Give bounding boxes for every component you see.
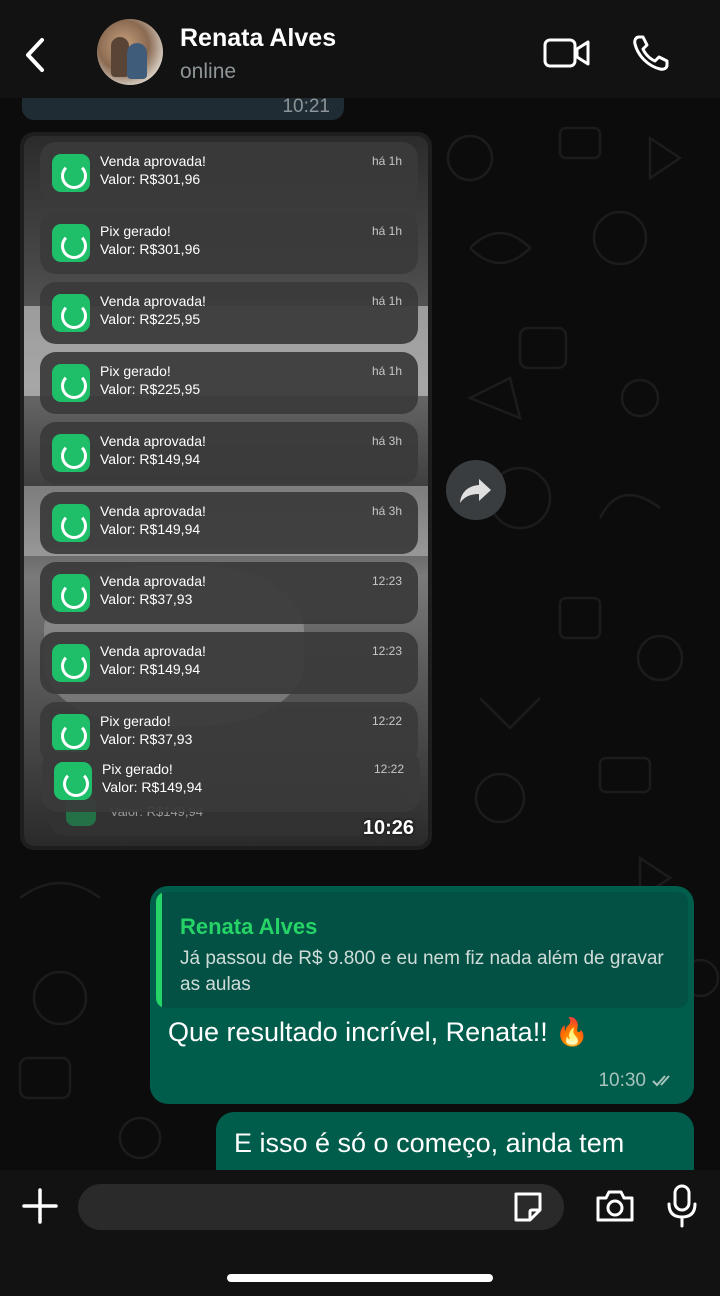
notification-time: há 1h — [371, 364, 402, 378]
app-icon — [52, 504, 90, 542]
quoted-text: Já passou de R$ 9.800 e eu nem fiz nada … — [180, 948, 664, 995]
notification-title: Pix gerado! — [100, 223, 171, 239]
app-icon — [52, 714, 90, 752]
notification-card: Venda aprovada! Valor: R$149,94 há 3h — [40, 492, 418, 554]
plus-icon[interactable] — [20, 1186, 60, 1226]
app-icon — [52, 224, 90, 262]
app-icon — [52, 644, 90, 682]
message-time: 10:30 — [598, 1070, 646, 1091]
contact-status: online — [180, 60, 237, 83]
notification-title: Venda aprovada! — [100, 573, 206, 589]
notification-time: há 3h — [371, 504, 402, 518]
double-check-icon — [652, 1075, 670, 1087]
app-icon — [52, 154, 90, 192]
message-text: Que resultado incrível, Renata!! 🔥 — [168, 1017, 589, 1047]
notification-card: Venda aprovada! Valor: R$37,93 12:23 — [40, 562, 418, 624]
app-icon — [52, 294, 90, 332]
notification-title: Venda aprovada! — [100, 293, 206, 309]
app-icon — [52, 574, 90, 612]
phone-icon[interactable] — [630, 32, 672, 74]
previous-message-bubble[interactable]: 10:21 — [22, 98, 344, 120]
notification-time: 12:23 — [371, 574, 402, 588]
notification-time: 12:22 — [371, 714, 402, 728]
notification-time: 12:23 — [371, 644, 402, 658]
message-time: 10:21 — [282, 98, 330, 117]
notification-card: Pix gerado! Valor: R$225,95 há 1h — [40, 352, 418, 414]
notification-time: 12:22 — [373, 762, 404, 776]
notification-title: Venda aprovada! — [100, 643, 206, 659]
image-message[interactable]: Valor: R$149,94 Venda aprovada! Valor: R$… — [20, 132, 432, 850]
notification-card: Venda aprovada! Valor: R$225,95 há 1h — [40, 282, 418, 344]
notification-title: Pix gerado! — [100, 713, 171, 729]
video-call-icon[interactable] — [542, 36, 592, 70]
input-bar — [0, 1170, 720, 1296]
chat-area[interactable]: 10:21 Valor: R$149,94 Venda aprovada!Val… — [0, 98, 720, 1170]
notification-card: Pix gerado! Valor: R$149,94 12:22 — [42, 750, 420, 812]
notification-body: Valor: R$225,95 — [100, 381, 201, 397]
notification-body: Valor: R$37,93 — [100, 591, 193, 607]
notification-card: Venda aprovada! Valor: R$301,96 há 1h — [40, 142, 418, 204]
sticker-icon[interactable] — [510, 1190, 546, 1224]
back-arrow-icon[interactable] — [16, 30, 56, 80]
notification-card: Venda aprovada! Valor: R$149,94 12:23 — [40, 632, 418, 694]
notification-body: Valor: R$149,94 — [100, 521, 201, 537]
notification-title: Pix gerado! — [100, 363, 171, 379]
notification-time: há 3h — [371, 434, 402, 448]
message-text: E isso é só o começo, ainda tem — [234, 1128, 625, 1158]
quoted-message[interactable]: Renata Alves Já passou de R$ 9.800 e eu … — [156, 892, 688, 1008]
quoted-author: Renata Alves — [180, 914, 318, 939]
notification-card: Pix gerado! Valor: R$301,96 há 1h — [40, 212, 418, 274]
message-input[interactable] — [78, 1184, 564, 1230]
app-icon — [52, 364, 90, 402]
chat-header: Renata Alves online — [0, 0, 720, 98]
notification-body: Valor: R$149,94 — [102, 779, 203, 795]
microphone-icon[interactable] — [666, 1184, 698, 1228]
contact-name[interactable]: Renata Alves — [180, 24, 336, 53]
camera-icon[interactable] — [594, 1188, 636, 1224]
outgoing-reply-message[interactable]: Renata Alves Já passou de R$ 9.800 e eu … — [150, 886, 694, 1104]
message-meta: 10:30 — [598, 1070, 678, 1092]
forward-icon[interactable] — [446, 460, 506, 520]
image-time: 10:26 — [362, 817, 414, 839]
notification-body: Valor: R$301,96 — [100, 241, 201, 257]
notification-body: Valor: R$225,95 — [100, 311, 201, 327]
outgoing-message-partial[interactable]: E isso é só o começo, ainda tem — [216, 1112, 694, 1170]
notification-body: Valor: R$149,94 — [100, 661, 201, 677]
notification-body: Valor: R$149,94 — [100, 451, 201, 467]
notification-body: Valor: R$37,93 — [100, 731, 193, 747]
screenshot-image[interactable]: Valor: R$149,94 Venda aprovada! Valor: R$… — [24, 136, 428, 846]
app-icon — [54, 762, 92, 800]
notification-time: há 1h — [371, 294, 402, 308]
app-icon — [52, 434, 90, 472]
home-indicator — [227, 1274, 493, 1282]
notification-time: há 1h — [371, 154, 402, 168]
notification-body: Valor: R$301,96 — [100, 171, 201, 187]
notification-title: Venda aprovada! — [100, 153, 206, 169]
notification-title: Venda aprovada! — [100, 503, 206, 519]
notification-title: Venda aprovada! — [100, 433, 206, 449]
notification-time: há 1h — [371, 224, 402, 238]
notification-card: Venda aprovada! Valor: R$149,94 há 3h — [40, 422, 418, 484]
avatar[interactable] — [97, 19, 163, 85]
notification-title: Pix gerado! — [102, 761, 173, 777]
